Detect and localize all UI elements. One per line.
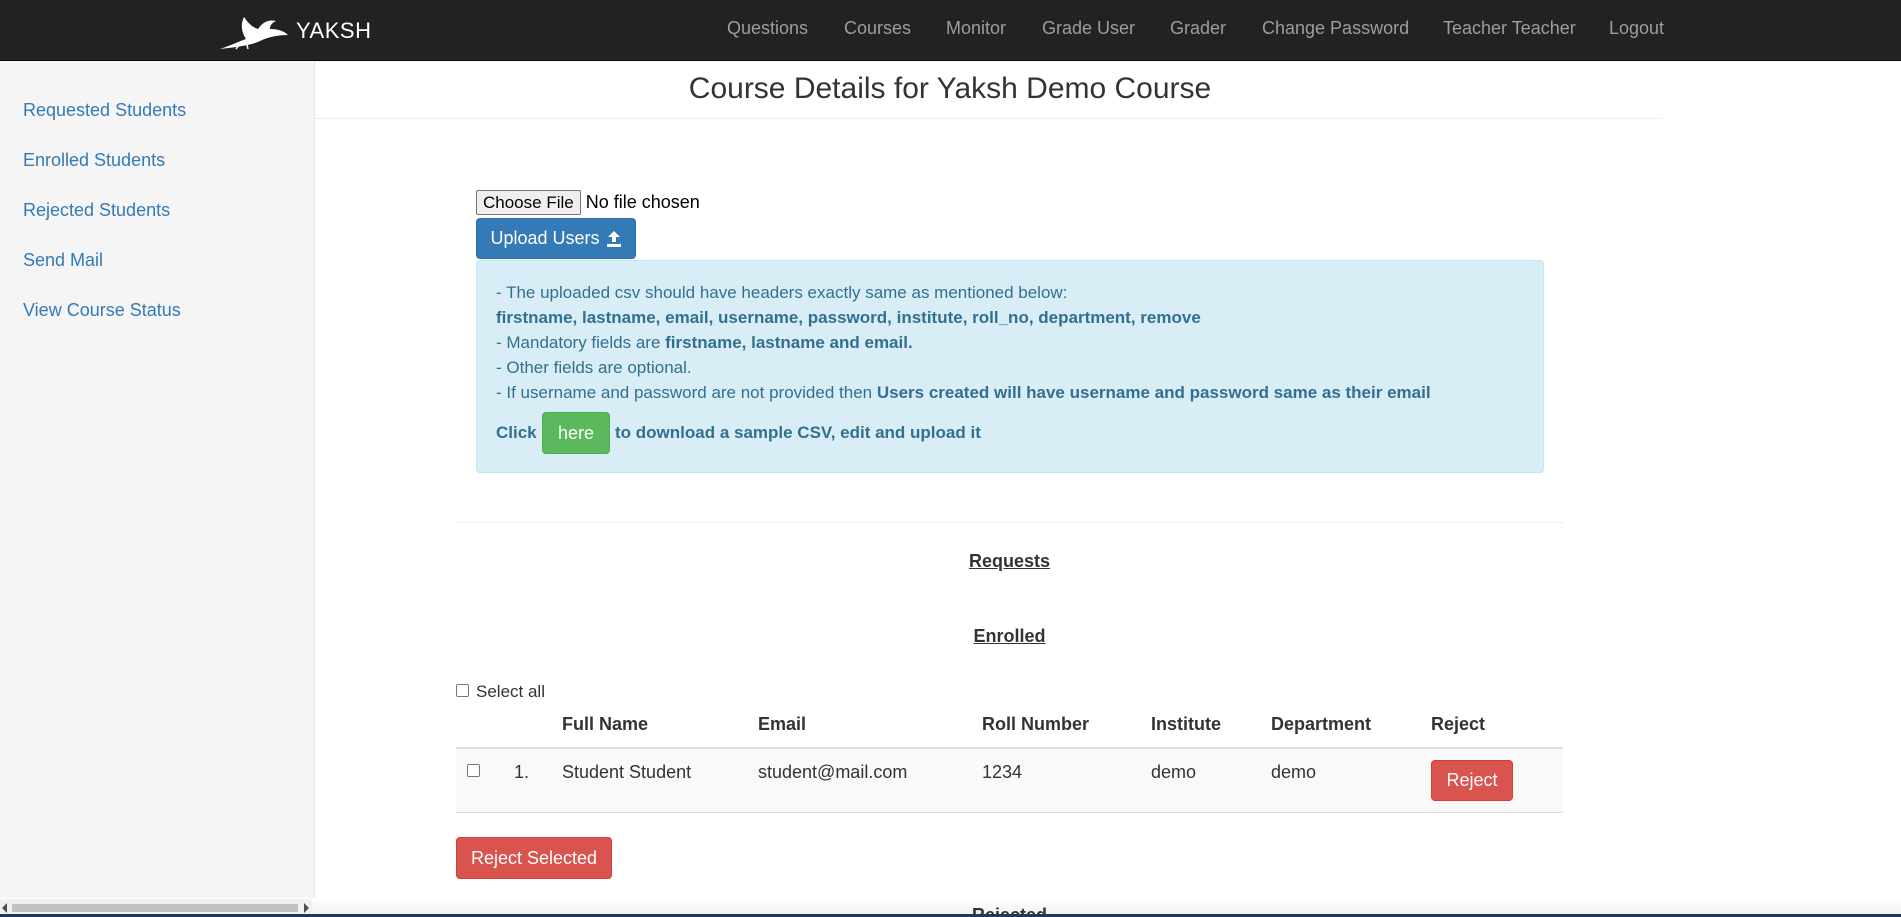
section-divider [456,522,1563,523]
sidebar-item-enrolled-students[interactable]: Enrolled Students [23,150,165,171]
cell-roll-number: 1234 [982,762,1023,782]
info-line-username: - If username and password are not provi… [496,383,1431,403]
cell-full-name: Student Student [562,762,692,782]
csv-file-input: Choose File No file chosen [476,190,700,215]
sample-csv-suffix: to download a sample CSV, edit and uploa… [615,423,981,442]
nav-monitor[interactable]: Monitor [946,18,1006,39]
sidebar-item-requested-students[interactable]: Requested Students [23,100,186,121]
info-line-header-list: firstname, lastname, email, username, pa… [496,308,1201,327]
reject-student-button[interactable]: Reject [1431,760,1513,801]
select-all-label: Select all [476,682,545,701]
col-header-full-name: Full Name [562,714,649,734]
mandatory-fields: firstname, lastname and email. [665,333,913,352]
cell-institute: demo [1151,762,1197,782]
scrollbar-thumb[interactable] [12,904,298,912]
col-header-reject: Reject [1431,714,1486,734]
username-note-bold: Users created will have username and pas… [876,383,1431,402]
col-header-email: Email [758,714,807,734]
select-all-checkbox[interactable] [456,683,469,697]
upload-users-label: Upload Users [490,228,600,248]
col-header-roll-number: Roll Number [982,714,1090,734]
upload-users-button[interactable]: Upload Users [476,218,636,259]
row-index: 1. [514,762,530,782]
col-header-department: Department [1271,714,1372,734]
brand-name: YAKSH [296,18,372,43]
mandatory-prefix: - Mandatory fields are [496,333,666,352]
enrolled-heading: Enrolled [973,626,1046,646]
sidebar: Requested Students Enrolled Students Rej… [0,61,315,917]
info-line-headers-note: - The uploaded csv should have headers e… [496,283,1068,302]
username-note-prefix: - If username and password are not provi… [496,383,877,402]
top-navbar: YAKSH Questions Courses Monitor Grade Us… [0,0,1901,61]
cell-email: student@mail.com [758,762,908,782]
info-line-optional: - Other fields are optional. [496,358,692,377]
nav-change-password[interactable]: Change Password [1262,18,1409,39]
nav-questions[interactable]: Questions [727,18,808,39]
scroll-left-arrow-icon[interactable] [2,903,7,913]
sidebar-item-rejected-students[interactable]: Rejected Students [23,200,170,221]
sidebar-item-send-mail[interactable]: Send Mail [23,250,103,271]
nav-user-profile[interactable]: Teacher Teacher [1443,18,1576,39]
click-prefix: Click [496,423,537,442]
page-title: Course Details for Yaksh Demo Course [688,72,1212,105]
crane-logo-icon [218,11,290,51]
csv-instructions-alert: - The uploaded csv should have headers e… [476,260,1544,473]
col-header-institute: Institute [1151,714,1221,734]
select-all-control: Select all [456,678,545,702]
scroll-right-arrow-icon[interactable] [304,903,309,913]
download-sample-csv-button[interactable]: here [542,412,610,454]
sidebar-item-view-course-status[interactable]: View Course Status [23,300,181,321]
nav-grade-user[interactable]: Grade User [1042,18,1135,39]
requests-heading: Requests [968,551,1051,571]
nav-courses[interactable]: Courses [844,18,911,39]
info-line-sample-csv: Click [496,423,537,443]
info-line-mandatory: - Mandatory fields are firstname, lastna… [496,333,913,353]
file-status-text: No file chosen [585,192,700,212]
choose-file-button[interactable]: Choose File [476,190,581,215]
cell-department: demo [1271,762,1317,782]
row-select-checkbox[interactable] [467,764,480,777]
upload-icon [606,230,622,247]
nav-logout[interactable]: Logout [1609,18,1664,39]
nav-grader[interactable]: Grader [1170,18,1226,39]
brand-link[interactable]: YAKSH [218,11,371,51]
reject-selected-button[interactable]: Reject Selected [456,837,612,879]
title-divider [315,118,1662,119]
